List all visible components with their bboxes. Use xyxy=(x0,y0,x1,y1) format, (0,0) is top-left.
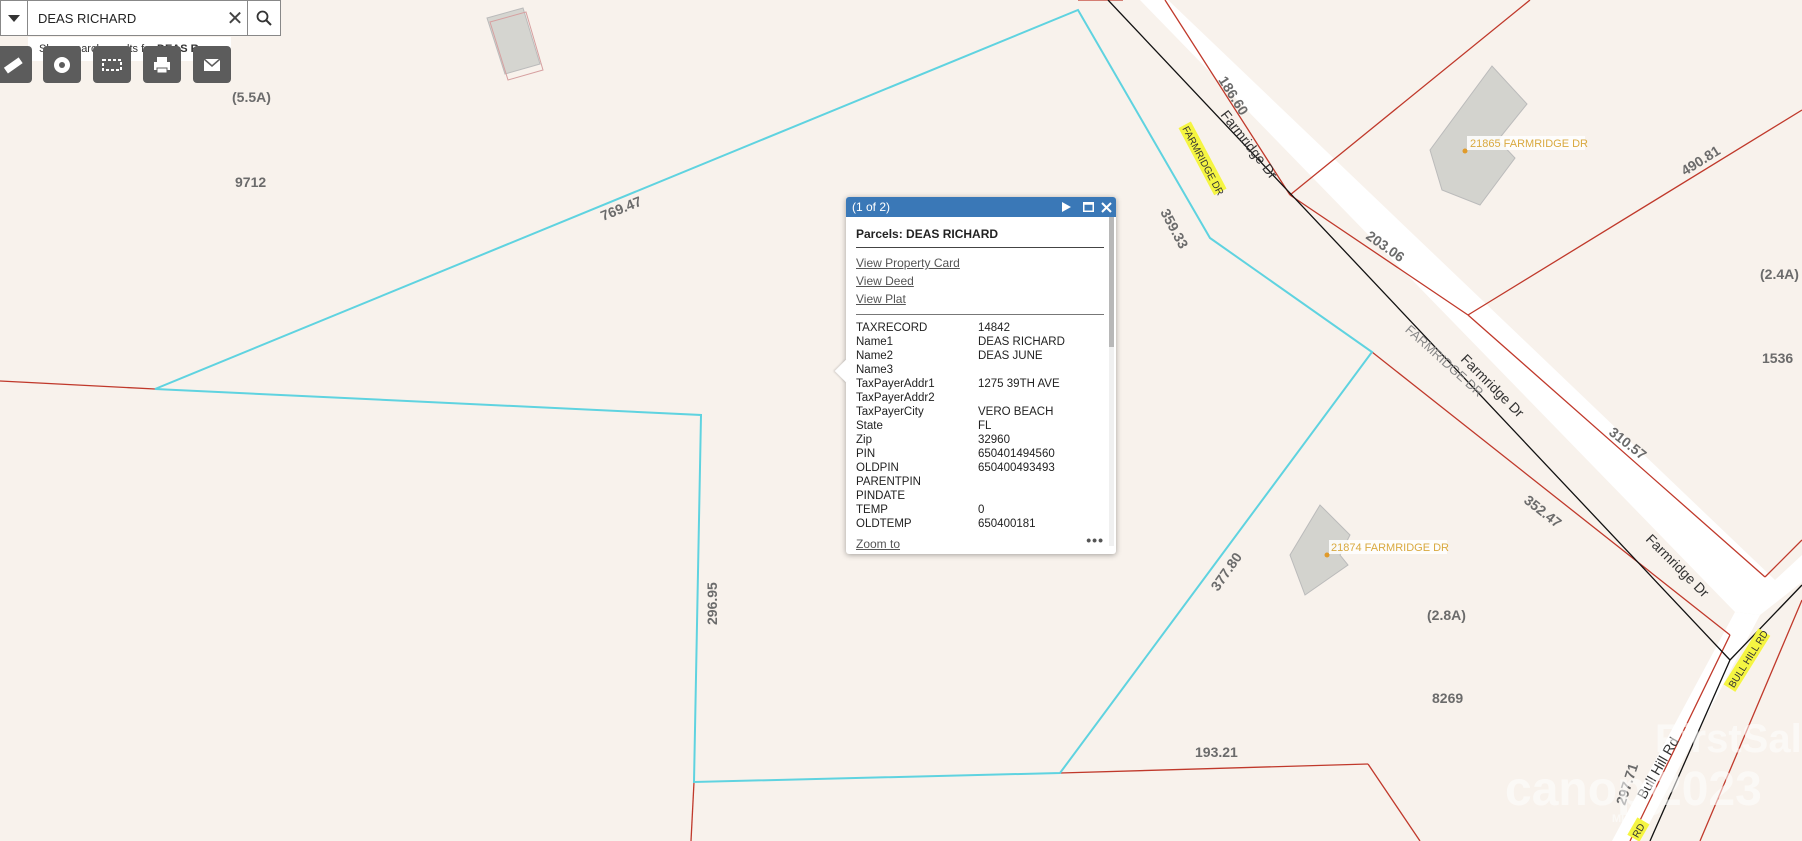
attribute-row: PINDATE xyxy=(856,489,1065,503)
attribute-value xyxy=(978,363,1065,377)
attribute-value: DEAS JUNE xyxy=(978,350,1043,362)
attribute-row: PIN 650401494560 xyxy=(856,447,1065,461)
attribute-value: 32960 xyxy=(978,434,1010,446)
svg-text:FirstSale: FirstSale xyxy=(1655,717,1802,761)
parcel-number-label: 1536 xyxy=(1762,350,1793,366)
maximize-button[interactable] xyxy=(1080,199,1096,215)
dimension-label: 193.21 xyxy=(1195,744,1238,760)
play-icon xyxy=(1062,202,1071,212)
svg-text:MLS: MLS xyxy=(1612,813,1635,825)
attribute-key: TaxPayerAddr2 xyxy=(856,392,935,404)
measure-button[interactable] xyxy=(0,46,32,83)
popup-footer: Zoom to ••• xyxy=(856,532,1104,553)
search-source-dropdown[interactable] xyxy=(1,1,28,35)
clear-search-button[interactable]: ✕ xyxy=(223,1,247,35)
print-button[interactable] xyxy=(143,46,181,83)
attribute-value xyxy=(978,391,1065,405)
layers-icon xyxy=(54,56,70,73)
attribute-row: TEMP 0 xyxy=(856,503,1065,517)
attribute-key: TaxPayerCity xyxy=(856,406,924,418)
parcel-number-label: 8269 xyxy=(1432,690,1463,706)
view-property-card-link[interactable]: View Property Card xyxy=(856,256,1104,270)
attribute-row: Name2 DEAS JUNE xyxy=(856,349,1065,363)
email-icon xyxy=(203,57,221,71)
attribute-key: PINDATE xyxy=(856,490,905,502)
svg-text:2023: 2023 xyxy=(1655,763,1762,816)
attribute-value: FL xyxy=(978,420,992,432)
attribute-key: Name2 xyxy=(856,350,894,362)
select-icon xyxy=(102,58,122,71)
info-popup: (1 of 2) Parcels: DEAS RICHARD View Prop… xyxy=(834,197,1116,554)
attribute-key: OLDPIN xyxy=(856,462,899,474)
email-button[interactable] xyxy=(193,46,231,83)
attribute-value: 650400493493 xyxy=(978,462,1055,474)
attribute-row: TaxPayerAddr2 xyxy=(856,391,1065,405)
attribute-value xyxy=(978,489,1065,503)
attribute-key: State xyxy=(856,420,883,432)
attribute-key: Zip xyxy=(856,434,872,446)
view-plat-link[interactable]: View Plat xyxy=(856,292,1104,306)
attribute-value: 1275 39TH AVE xyxy=(978,378,1060,390)
search-icon xyxy=(256,10,272,26)
chevron-down-icon xyxy=(8,14,20,22)
popup-content: Parcels: DEAS RICHARD View Property Card… xyxy=(856,227,1104,531)
popup-title: Parcels: DEAS RICHARD xyxy=(856,227,1104,248)
attribute-table: TAXRECORD 14842 Name1 DEAS RICHARD Name2 DEAS… xyxy=(856,321,1065,531)
dimension-label: 296.95 xyxy=(704,582,720,625)
popup-divider xyxy=(856,314,1104,315)
attribute-key: PARENTPIN xyxy=(856,476,921,488)
select-button[interactable] xyxy=(93,46,131,83)
attribute-row: Zip 32960 xyxy=(856,433,1065,447)
attribute-row: OLDPIN 650400493493 xyxy=(856,461,1065,475)
attribute-row: PARENTPIN xyxy=(856,475,1065,489)
attribute-value: VERO BEACH xyxy=(978,406,1054,418)
parcel-number-label: 9712 xyxy=(235,174,266,190)
attribute-row: Name3 xyxy=(856,363,1065,377)
layers-button[interactable] xyxy=(43,46,81,83)
address-point xyxy=(1324,552,1330,558)
attribute-row: TaxPayerAddr1 1275 39TH AVE xyxy=(856,377,1065,391)
address-label: 21874 FARMRIDGE DR xyxy=(1331,542,1449,554)
search-input[interactable] xyxy=(28,1,223,35)
parcel-acreage-label: (5.5A) xyxy=(232,89,271,105)
svg-text:canopy: canopy xyxy=(1505,763,1673,816)
close-icon: ✕ xyxy=(226,7,244,30)
attribute-key: Name1 xyxy=(856,336,894,348)
measure-icon xyxy=(3,56,23,73)
attribute-row: Name1 DEAS RICHARD xyxy=(856,335,1065,349)
attribute-key: TAXRECORD xyxy=(856,322,928,334)
more-actions-button[interactable]: ••• xyxy=(1086,532,1104,548)
attribute-value: 0 xyxy=(978,504,985,516)
attribute-row: State FL xyxy=(856,419,1065,433)
parcel-acreage-label: (2.4A) xyxy=(1760,266,1799,282)
print-icon xyxy=(154,56,170,73)
attribute-row: TaxPayerCity VERO BEACH xyxy=(856,405,1065,419)
search-button[interactable] xyxy=(247,1,280,35)
attribute-value: 650400181 xyxy=(978,518,1036,530)
close-popup-button[interactable] xyxy=(1098,199,1114,215)
popup-header: (1 of 2) xyxy=(846,197,1116,217)
attribute-value: 650401494560 xyxy=(978,448,1055,460)
close-icon xyxy=(1100,201,1112,213)
attribute-key: Name3 xyxy=(856,364,894,376)
address-point xyxy=(1462,148,1468,154)
attribute-row: TAXRECORD 14842 xyxy=(856,321,1065,335)
popup-counter: (1 of 2) xyxy=(852,200,891,214)
attribute-key: TaxPayerAddr1 xyxy=(856,378,935,390)
attribute-value: 14842 xyxy=(978,322,1010,334)
attribute-row: OLDTEMP 650400181 xyxy=(856,517,1065,531)
zoom-to-link[interactable]: Zoom to xyxy=(856,537,900,551)
address-label: 21865 FARMRIDGE DR xyxy=(1470,138,1588,150)
parcel-acreage-label: (2.8A) xyxy=(1427,607,1466,623)
popup-scrollbar-thumb[interactable] xyxy=(1109,217,1114,347)
attribute-value xyxy=(978,475,1065,489)
next-feature-button[interactable] xyxy=(1058,199,1074,215)
attribute-key: PIN xyxy=(856,448,876,460)
attribute-value: DEAS RICHARD xyxy=(978,336,1065,348)
attribute-key: OLDTEMP xyxy=(856,518,912,530)
attribute-key: TEMP xyxy=(856,504,888,516)
view-deed-link[interactable]: View Deed xyxy=(856,274,1104,288)
search-bar: ✕ xyxy=(0,0,281,36)
maximize-icon xyxy=(1082,202,1094,212)
